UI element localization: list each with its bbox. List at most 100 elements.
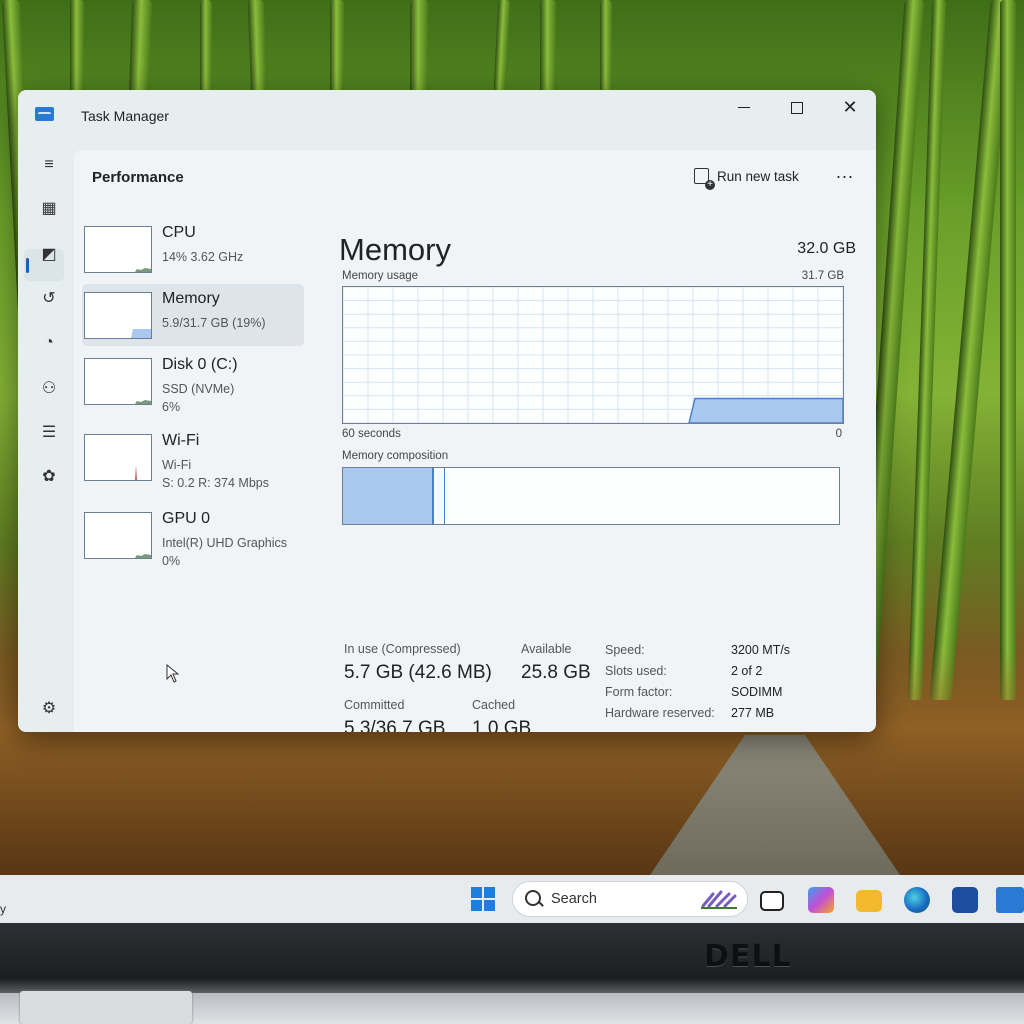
resource-item-wifi[interactable]: Wi-Fi Wi-Fi S: 0.2 R: 374 Mbps <box>82 426 304 490</box>
minimize-icon <box>738 107 750 108</box>
taskbar: y Search <box>0 875 1024 923</box>
file-explorer-icon[interactable] <box>856 890 882 912</box>
taskbar-left-text: y <box>0 902 6 916</box>
resource-name: Wi-Fi <box>162 432 200 449</box>
resource-name: Disk 0 (C:) <box>162 356 238 373</box>
nav-selection-indicator <box>26 258 29 273</box>
pointer-icon <box>166 663 180 683</box>
copilot-icon[interactable] <box>808 887 834 913</box>
performance-icon[interactable]: ◩ <box>38 244 60 266</box>
users-icon[interactable]: ⚇ <box>38 378 60 400</box>
memory-usage-label: Memory usage <box>342 270 419 282</box>
taskbar-search[interactable]: Search <box>512 881 748 917</box>
app-history-icon[interactable]: ↺ <box>38 288 60 310</box>
resource-thumbnail <box>84 292 152 339</box>
run-task-icon <box>694 168 715 190</box>
resource-item-gpu[interactable]: GPU 0 Intel(R) UHD Graphics 0% <box>82 504 304 568</box>
processes-icon[interactable]: ▦ <box>38 198 60 220</box>
resource-detail-line2: 0% <box>162 554 181 568</box>
detail-value: 2 of 2 <box>731 664 763 678</box>
task-view-icon[interactable] <box>760 891 784 911</box>
close-button[interactable]: ✕ <box>830 98 870 118</box>
memory-usage-area <box>688 397 843 423</box>
resource-detail-line2: S: 0.2 R: 374 Mbps <box>162 476 270 490</box>
laptop-hinge-cover <box>20 991 192 1024</box>
search-highlight-icon <box>701 890 737 909</box>
resource-sparkline <box>135 465 137 480</box>
cursor <box>166 663 180 689</box>
detail-label: Form factor: <box>605 685 673 699</box>
resource-item-disk[interactable]: Disk 0 (C:) SSD (NVMe) 6% <box>82 350 304 414</box>
resource-sparkline <box>135 268 151 272</box>
composition-in-use <box>343 468 435 524</box>
resource-thumbnail <box>84 434 152 481</box>
resource-item-memory[interactable]: Memory 5.9/31.7 GB (19%) <box>82 284 304 346</box>
resource-sparkline <box>131 329 151 338</box>
store-icon[interactable] <box>952 887 978 913</box>
stat-label: Available <box>521 642 572 656</box>
search-icon <box>525 890 541 906</box>
minimize-button[interactable] <box>724 98 764 118</box>
memory-title: Memory <box>339 232 451 267</box>
window-title: Task Manager <box>81 108 169 124</box>
resource-name: Memory <box>162 290 220 307</box>
title-bar[interactable]: Task Manager ✕ <box>18 90 876 146</box>
maximize-icon <box>791 102 803 114</box>
resource-detail-line2: 6% <box>162 400 181 414</box>
brand-logo: DELL <box>704 939 792 974</box>
details-icon[interactable]: ☰ <box>38 422 60 444</box>
stat-value: 1.0 GB <box>472 718 532 732</box>
memory-total: 32.0 GB <box>797 240 856 257</box>
resource-detail: SSD (NVMe) 6% <box>162 380 234 416</box>
maximize-button[interactable] <box>777 98 817 118</box>
services-icon[interactable]: ✿ <box>38 466 60 488</box>
resource-detail-line1: Wi-Fi <box>162 458 192 472</box>
resource-thumbnail <box>84 512 152 559</box>
performance-page: Performance Run new task ... CPU 14% 3.62… <box>74 150 876 732</box>
stat-label: In use (Compressed) <box>344 642 461 656</box>
start-button[interactable] <box>471 887 495 911</box>
resource-detail-line1: SSD (NVMe) <box>162 382 235 396</box>
resource-item-cpu[interactable]: CPU 14% 3.62 GHz <box>82 218 304 280</box>
settings-icon[interactable]: ⚙ <box>38 698 60 720</box>
task-manager-icon <box>35 107 54 121</box>
stat-value: 5.3/36.7 GB <box>344 718 446 732</box>
nav-rail: ≡ ▦ ◩ ↺ ◔ ⚇ ☰ ✿ ⚙ <box>18 146 74 732</box>
detail-label: Speed: <box>605 643 645 657</box>
memory-usage-graph <box>342 286 844 424</box>
more-options-button[interactable]: ... <box>836 162 854 183</box>
page-title: Performance <box>92 169 184 186</box>
detail-label: Hardware reserved: <box>605 706 715 720</box>
menu-icon[interactable]: ≡ <box>38 154 60 176</box>
run-new-task-button[interactable]: Run new task <box>694 168 799 190</box>
resource-detail-line1: 5.9/31.7 GB (19%) <box>162 316 266 330</box>
laptop-bezel: DELL <box>0 923 1024 1024</box>
stat-value: 5.7 GB (42.6 MB) <box>344 662 492 683</box>
detail-value: 277 MB <box>731 706 775 720</box>
resource-detail: Wi-Fi S: 0.2 R: 374 Mbps <box>162 456 269 492</box>
memory-composition-label: Memory composition <box>342 450 449 462</box>
resource-detail: Intel(R) UHD Graphics 0% <box>162 534 287 570</box>
stat-label: Committed <box>344 698 405 712</box>
memory-composition-bar <box>342 467 840 525</box>
stat-value: 25.8 GB <box>521 662 591 683</box>
resource-sparkline <box>135 400 151 404</box>
resource-detail-line1: Intel(R) UHD Graphics <box>162 536 288 550</box>
resource-name: CPU <box>162 224 196 241</box>
edge-icon[interactable] <box>904 887 930 913</box>
search-placeholder: Search <box>551 891 597 907</box>
startup-apps-icon[interactable]: ◔ <box>38 332 60 354</box>
task-manager-window: Task Manager ✕ ≡ ▦ ◩ ↺ ◔ ⚇ ☰ ✿ ⚙ Performance Run… <box>18 90 876 732</box>
task-manager-taskbar-icon[interactable] <box>996 887 1024 913</box>
resource-detail-line1: 14% 3.62 GHz <box>162 250 244 264</box>
resource-detail: 5.9/31.7 GB (19%) <box>162 314 266 332</box>
resource-thumbnail <box>84 358 152 405</box>
resource-thumbnail <box>84 226 152 273</box>
run-new-task-label: Run new task <box>717 169 799 184</box>
memory-usage-chart <box>343 287 843 423</box>
resource-name: GPU 0 <box>162 510 211 527</box>
memory-usage-max: 31.7 GB <box>801 270 844 282</box>
resource-detail: 14% 3.62 GHz <box>162 248 243 266</box>
detail-value: SODIMM <box>731 685 783 699</box>
detail-value: 3200 MT/s <box>731 643 791 657</box>
